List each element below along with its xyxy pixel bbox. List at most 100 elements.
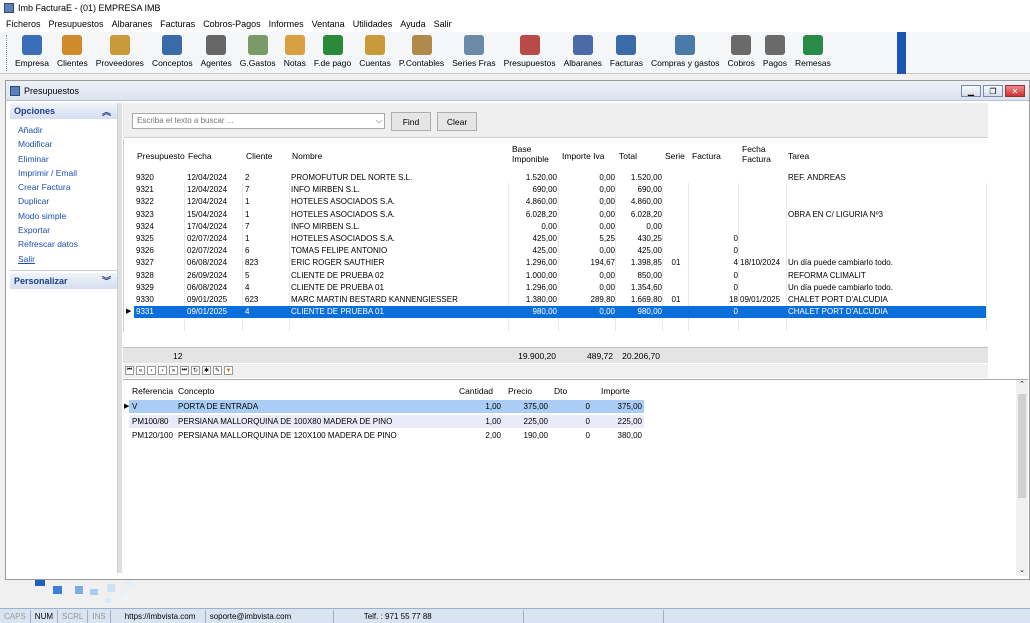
toolbar-compras-y-gastos-button[interactable]: Compras y gastos [647,32,724,74]
table-row[interactable]: ▶ 9331 09/01/2025 4 CLIENTE DE PRUEBA 01 980,… [124,306,989,319]
prev-page-icon[interactable]: « [136,366,145,375]
header-base-line1[interactable]: Base [512,145,531,154]
search-dropdown-chevron-icon[interactable]: ⌵ [376,116,382,126]
refresh-icon[interactable]: ↻ [191,366,200,375]
menu-facturas[interactable]: Facturas [156,19,199,29]
toolbar-remesas-button[interactable]: Remesas [791,32,835,74]
panel-splitter[interactable] [118,103,122,573]
toolbar-grip[interactable] [6,35,9,71]
prev-record-icon[interactable]: ‹ [147,366,156,375]
header-cliente[interactable]: Cliente [246,152,272,161]
clear-button[interactable]: Clear [437,112,477,131]
option-modo-simple[interactable]: Modo simple [18,209,117,223]
next-record-icon[interactable]: › [158,366,167,375]
menu-informes[interactable]: Informes [265,19,308,29]
menu-utilidades[interactable]: Utilidades [349,19,397,29]
header-base-line2[interactable]: Imponible [512,155,549,164]
toolbar-g-gastos-button[interactable]: G.Gastos [236,32,280,74]
menu-ficheros[interactable]: Ficheros [2,19,45,29]
toolbar-presupuestos-button[interactable]: Presupuestos [500,32,560,74]
toolbar-conceptos-button[interactable]: Conceptos [148,32,197,74]
table-row[interactable]: 9320 12/04/2024 2 PROMOFUTUR DEL NORTE S.L.… [124,172,989,184]
menu-ventana[interactable]: Ventana [308,19,349,29]
toolbar-clientes-button[interactable]: Clientes [53,32,92,74]
table-row[interactable]: 9327 06/08/2024 823 ERIC ROGER SAUTHIER 1.29… [124,257,989,269]
toolbar-series-fras-button[interactable]: Series Fras [448,32,499,74]
option-anadir[interactable]: Añadir [18,123,117,137]
header-factura[interactable]: Factura [692,152,721,161]
toolbar-proveedores-button[interactable]: Proveedores [92,32,148,74]
support-email[interactable]: soporte@imbvista.com [206,609,334,623]
option-eliminar[interactable]: Eliminar [18,152,117,166]
next-page-icon[interactable]: » [169,366,178,375]
menu-ayuda[interactable]: Ayuda [396,19,429,29]
collapse-chevron-icon[interactable]: ︽ [102,105,111,118]
option-salir[interactable]: Salir [18,252,117,266]
option-refrescar-datos[interactable]: Refrescar datos [18,237,117,251]
menu-presupuestos[interactable]: Presupuestos [45,19,108,29]
table-row[interactable]: 9324 17/04/2024 7 INFO MIRBEN S.L. 0,00 0,00 0… [124,221,989,233]
vertical-scrollbar[interactable]: ⌃ ⌄ [1016,380,1028,576]
header-dto[interactable]: Dto [554,386,567,396]
first-record-icon[interactable]: ⏮ [125,366,134,375]
asterisk-icon[interactable]: ✱ [202,366,211,375]
scroll-down-icon[interactable]: ⌄ [1016,566,1028,574]
header-importe[interactable]: Importe [601,386,630,396]
personalizar-header[interactable]: Personalizar ︾ [10,272,117,289]
toolbar-cobros-button[interactable]: Cobros [723,32,758,74]
opciones-header[interactable]: Opciones ︽ [10,103,117,119]
option-crear-factura[interactable]: Crear Factura [18,180,117,194]
close-button[interactable]: ✕ [1005,85,1025,97]
list-item[interactable]: PM120/100 PERSIANA MALLORQUINA DE 120X100… [129,429,644,442]
option-duplicar[interactable]: Duplicar [18,194,117,208]
header-nombre[interactable]: Nombre [292,152,322,161]
header-cantidad[interactable]: Cantidad [459,386,493,396]
header-iva[interactable]: Importe Iva [562,152,605,161]
minimize-button[interactable]: ▁ [961,85,981,97]
header-serie[interactable]: Serie [665,152,685,161]
toolbar-facturas-button[interactable]: Facturas [606,32,647,74]
table-row[interactable]: 9326 02/07/2024 6 TOMAS FELIPE ANTONIO 425,0… [124,245,989,257]
header-fecha-factura-line2[interactable]: Factura [742,155,771,164]
table-row[interactable]: 9329 06/08/2024 4 CLIENTE DE PRUEBA 01 1.296… [124,282,989,294]
table-row[interactable]: 9328 26/09/2024 5 CLIENTE DE PRUEBA 02 1.000… [124,270,989,282]
table-row[interactable]: 9323 15/04/2024 1 HOTELES ASOCIADOS S.A. 6.0… [124,209,989,221]
toolbar-agentes-button[interactable]: Agentes [197,32,236,74]
toolbar-overflow-button[interactable] [897,32,906,74]
scroll-thumb[interactable] [1018,394,1026,498]
table-row[interactable]: 9325 02/07/2024 1 HOTELES ASOCIADOS S.A. 425… [124,233,989,245]
option-modificar[interactable]: Modificar [18,137,117,151]
table-row[interactable]: 9321 12/04/2024 7 INFO MIRBEN S.L. 690,00 0,0… [124,184,989,196]
toolbar-empresa-button[interactable]: Empresa [11,32,53,74]
option-exportar[interactable]: Exportar [18,223,117,237]
list-item[interactable]: ▶ V PORTA DE ENTRADA 1,00 375,00 0 375,00 [124,400,644,413]
header-presupuesto[interactable]: Presupuesto [137,152,185,161]
cancel-edit-icon[interactable]: ✎ [213,366,222,375]
header-concepto[interactable]: Concepto [178,386,214,396]
option-imprimir-email[interactable]: Imprimir / Email [18,166,117,180]
menu-albaranes[interactable]: Albaranes [108,19,157,29]
header-fecha-factura-line1[interactable]: Fecha [742,145,766,154]
header-precio[interactable]: Precio [508,386,532,396]
scroll-up-icon[interactable]: ⌃ [1016,380,1028,388]
header-referencia[interactable]: Referencia [132,386,173,396]
header-tarea[interactable]: Tarea [788,152,809,161]
header-total[interactable]: Total [619,152,637,161]
toolbar-f-de-pago-button[interactable]: F.de pago [310,32,355,74]
toolbar-notas-button[interactable]: Notas [280,32,310,74]
table-row[interactable]: 9330 09/01/2025 623 MARC MARTIN BESTARD KAN… [124,294,989,306]
filter-icon[interactable]: ▼ [224,366,233,375]
expand-chevron-icon[interactable]: ︾ [102,274,111,287]
toolbar-p-contables-button[interactable]: P.Contables [395,32,448,74]
search-input[interactable]: Escriba el texto a buscar ... ⌵ [132,113,385,129]
menu-cobros-pagos[interactable]: Cobros-Pagos [199,19,265,29]
table-row[interactable]: 9322 12/04/2024 1 HOTELES ASOCIADOS S.A. 4.8… [124,196,989,208]
toolbar-cuentas-button[interactable]: Cuentas [355,32,395,74]
last-record-icon[interactable]: ⏭ [180,366,189,375]
header-fecha[interactable]: Fecha [188,152,212,161]
toolbar-albaranes-button[interactable]: Albaranes [560,32,606,74]
list-item[interactable]: PM100/80 PERSIANA MALLORQUINA DE 100X80 M… [129,414,644,428]
toolbar-pagos-button[interactable]: Pagos [759,32,791,74]
website-link[interactable]: https://imbvista.com [111,609,206,623]
menu-salir[interactable]: Salir [430,19,456,29]
